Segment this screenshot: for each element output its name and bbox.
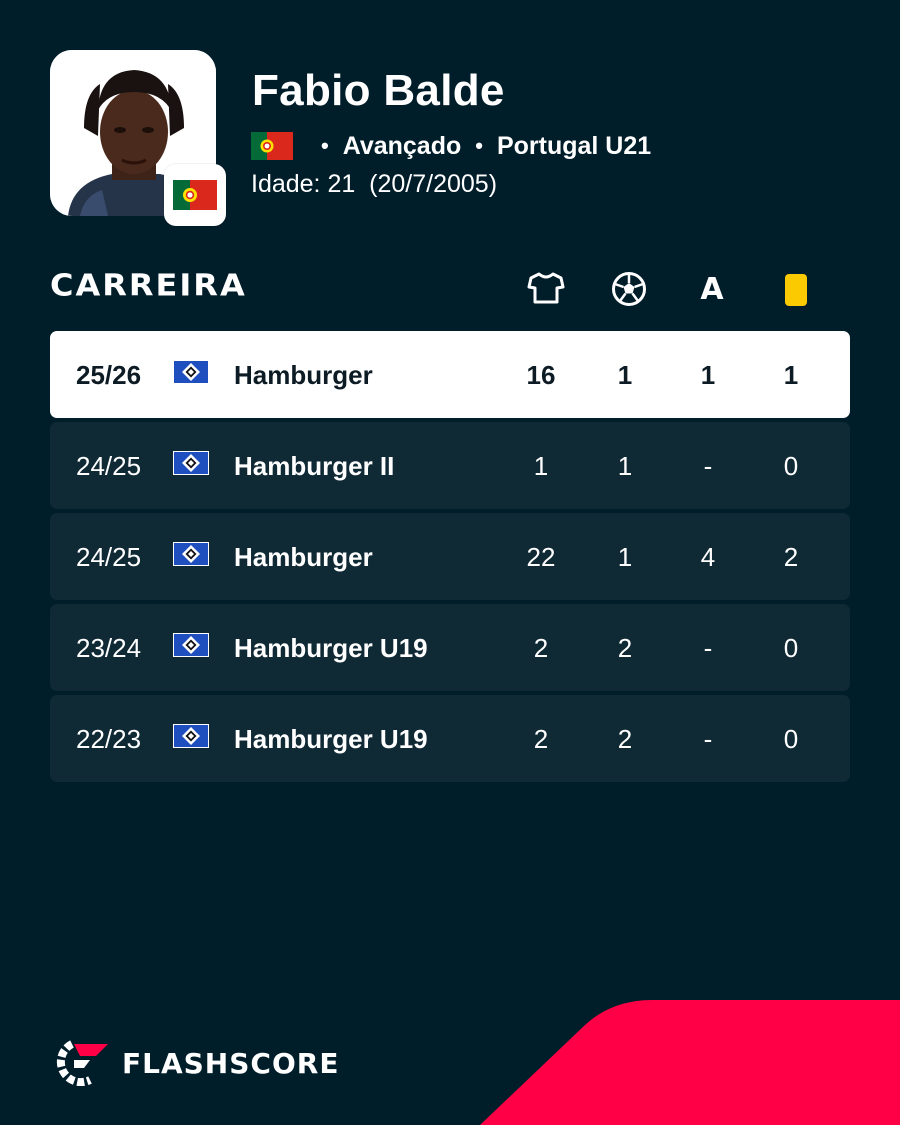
- player-age: Idade: 21: [251, 170, 356, 198]
- career-row: 25/26 Hamburger 16 1 1 1: [50, 331, 850, 418]
- yellow-cards-value: 0: [783, 451, 799, 481]
- goals-value: 1: [617, 360, 633, 390]
- player-team: Portugal U21: [496, 131, 652, 160]
- assists-value: -: [703, 451, 713, 481]
- yellow-card-icon: [776, 271, 816, 311]
- separator-dot: •: [321, 133, 329, 158]
- yellow-cards-value: 0: [783, 633, 799, 663]
- shirt-icon: [526, 271, 566, 311]
- flashscore-logo-icon: [56, 1040, 108, 1086]
- portugal-flag-icon: [251, 132, 293, 160]
- career-row: 23/24 Hamburger U19 2 2 - 0: [50, 604, 850, 691]
- hamburger-club-logo-icon: [173, 360, 209, 391]
- separator-dot: •: [475, 133, 483, 158]
- player-age-row: Idade: 21 (20/7/2005): [251, 170, 497, 199]
- player-position: Avançado: [342, 131, 462, 160]
- appearances-value: 16: [526, 360, 556, 390]
- club-name: Hamburger: [234, 542, 373, 572]
- career-row: 24/25 Hamburger II 1 1 - 0: [50, 422, 850, 509]
- player-name: Fabio Balde: [252, 66, 505, 115]
- assists-value: 4: [700, 542, 716, 572]
- hamburger-club-logo-icon: [173, 451, 209, 482]
- appearances-value: 2: [533, 724, 549, 754]
- assists-value: -: [703, 633, 713, 663]
- nationality-flag-badge: [164, 164, 226, 226]
- yellow-cards-value: 2: [783, 542, 799, 572]
- appearances-value: 22: [526, 542, 556, 572]
- assists-header: A: [700, 272, 724, 307]
- hamburger-club-logo-icon: [173, 633, 209, 664]
- hamburger-club-logo-icon: [173, 724, 209, 755]
- club-name: Hamburger: [234, 360, 373, 390]
- career-title: CARREIRA: [50, 266, 247, 304]
- portugal-flag-icon: [173, 180, 217, 210]
- appearances-value: 2: [533, 633, 549, 663]
- goals-value: 1: [617, 451, 633, 481]
- season: 25/26: [76, 360, 142, 390]
- player-birth-date: (20/7/2005): [369, 170, 498, 198]
- hamburger-club-logo-icon: [173, 542, 209, 573]
- football-icon: [609, 271, 649, 311]
- season: 23/24: [76, 633, 142, 663]
- season: 22/23: [76, 724, 142, 754]
- flashscore-logo: FLASHSCORE: [50, 1040, 339, 1086]
- club-name: Hamburger II: [234, 451, 395, 481]
- assists-value: -: [703, 724, 713, 754]
- assists-value: 1: [700, 360, 716, 390]
- club-name: Hamburger U19: [234, 724, 428, 754]
- brand-name: FLASHSCORE: [122, 1046, 340, 1080]
- season: 24/25: [76, 451, 142, 481]
- goals-value: 2: [617, 724, 633, 754]
- goals-value: 1: [617, 542, 633, 572]
- player-info-row: • Avançado • Portugal U21: [251, 130, 651, 162]
- career-table: 25/26 Hamburger 16 1 1 1 24/25 Hamburger II 1 1 - 0…: [50, 331, 850, 786]
- yellow-cards-value: 0: [783, 724, 799, 754]
- yellow-cards-value: 1: [783, 360, 799, 390]
- appearances-value: 1: [533, 451, 549, 481]
- career-row: 24/25 Hamburger 22 1 4 2: [50, 513, 850, 600]
- season: 24/25: [76, 542, 142, 572]
- club-name: Hamburger U19: [234, 633, 428, 663]
- goals-value: 2: [617, 633, 633, 663]
- career-row: 22/23 Hamburger U19 2 2 - 0: [50, 695, 850, 782]
